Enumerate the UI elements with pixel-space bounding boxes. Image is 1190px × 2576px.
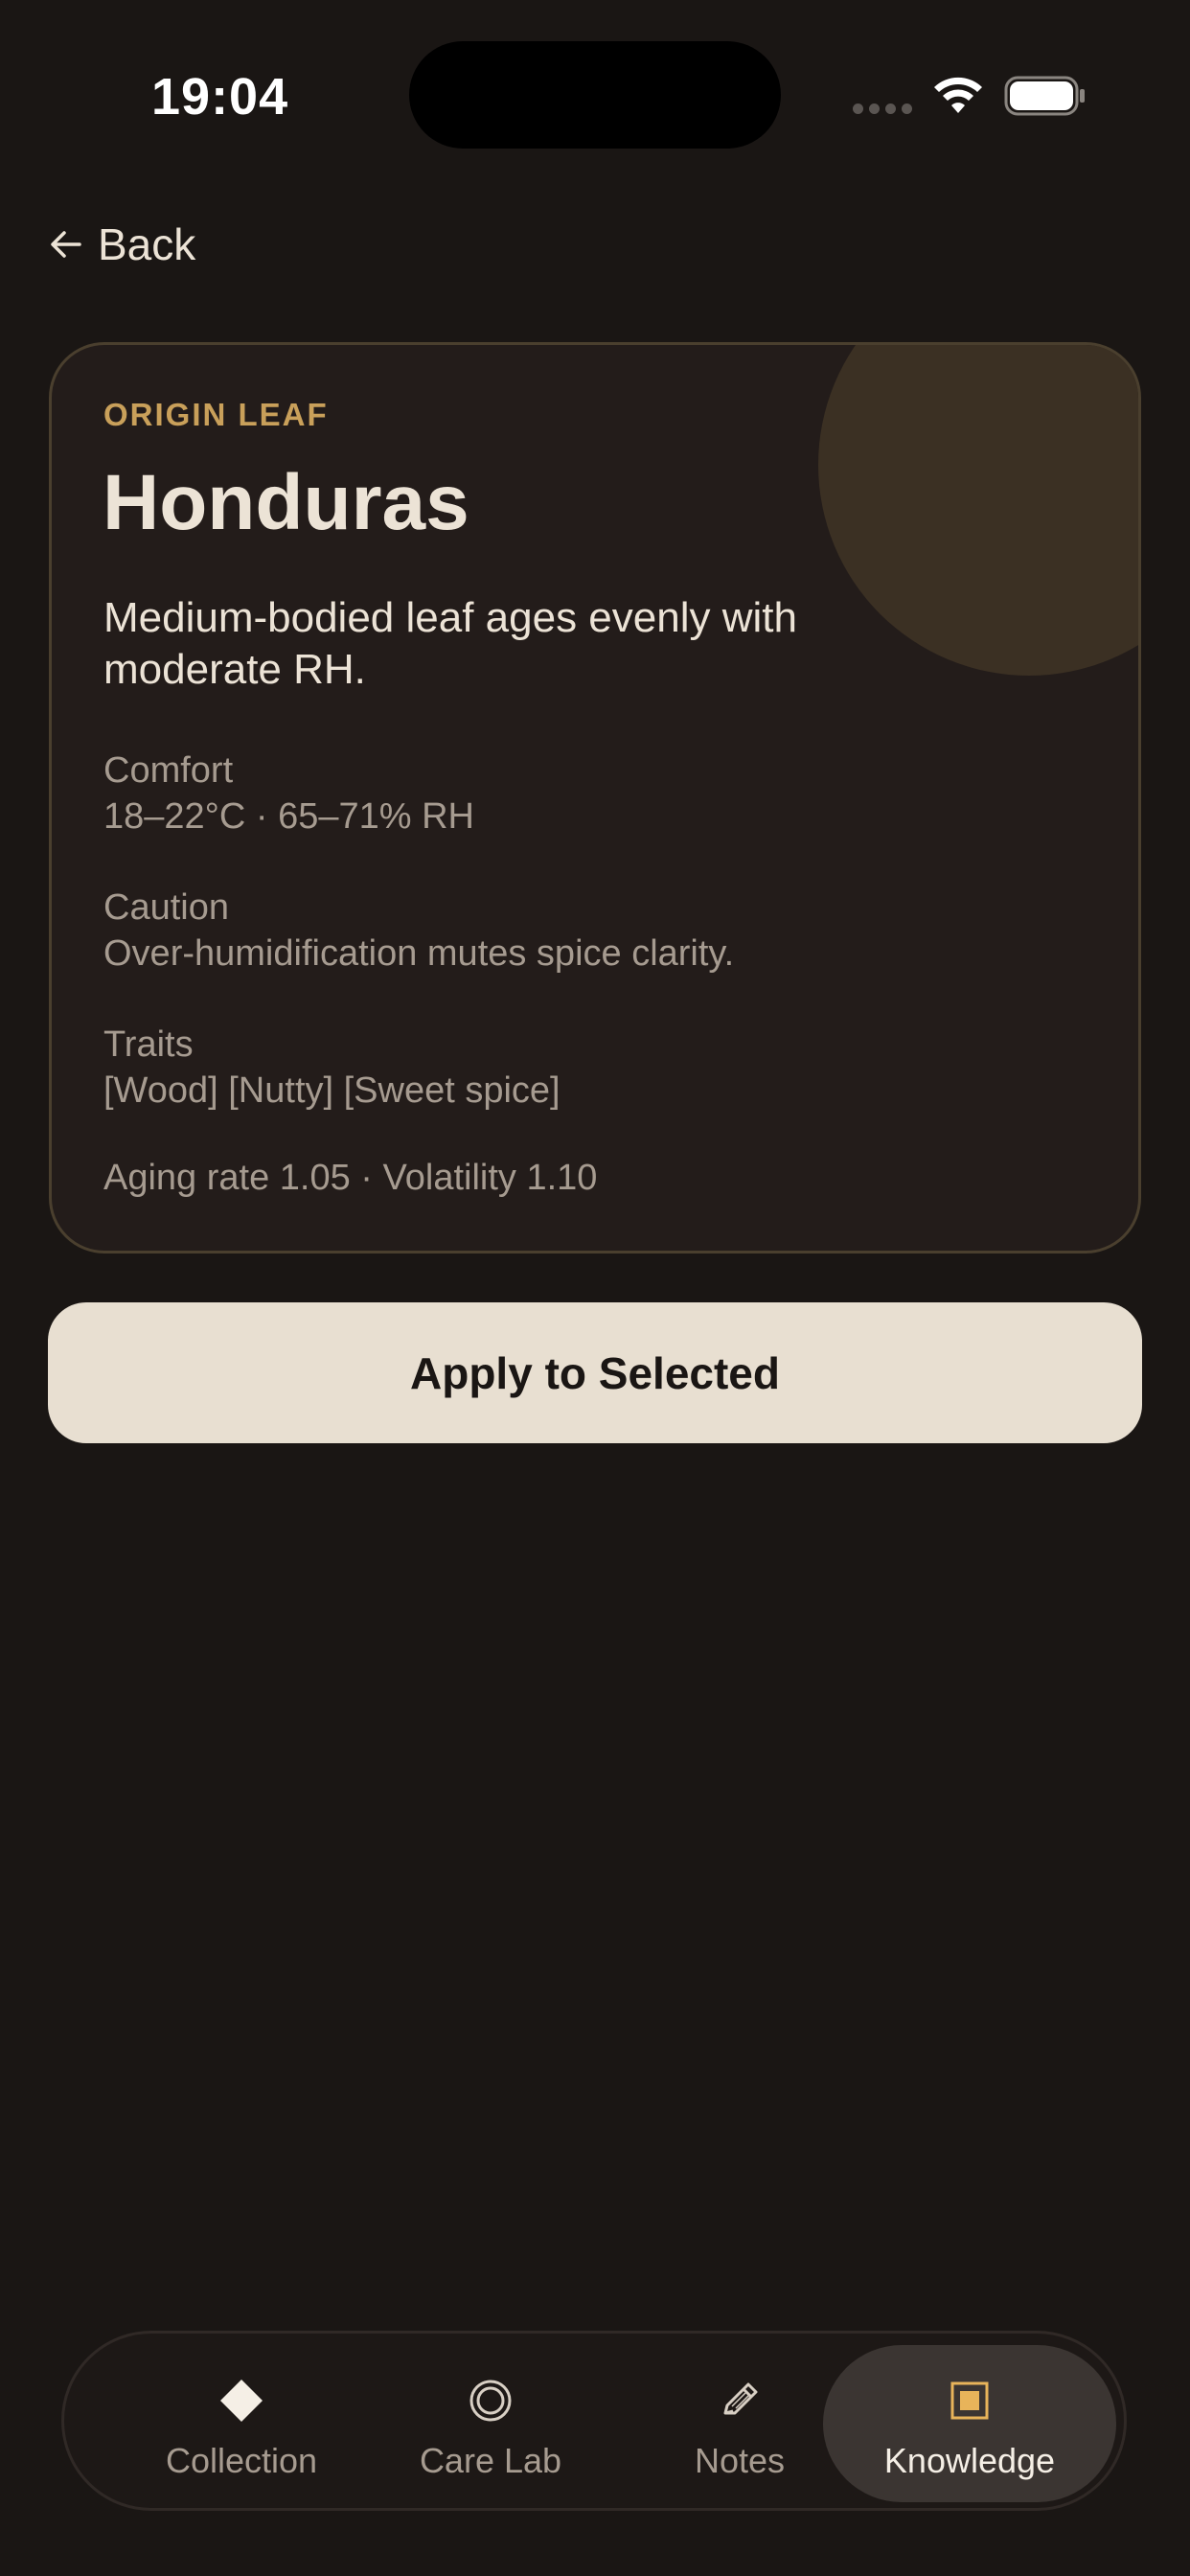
screen: 19:04 Back ORIGIN LEAF Honduras Medium-b… (0, 0, 1190, 2576)
tab-knowledge-label: Knowledge (883, 2441, 1056, 2480)
traits-label: Traits (103, 1024, 194, 1065)
dynamic-island (409, 41, 781, 149)
cellular-signal-icon (853, 104, 912, 114)
diamond-icon (215, 2374, 268, 2427)
caution-value: Over-humidification mutes spice clarity. (103, 933, 735, 974)
comfort-label: Comfort (103, 750, 234, 791)
apply-to-selected-button[interactable]: Apply to Selected (48, 1302, 1142, 1443)
card-description: Medium-bodied leaf ages evenly with mode… (103, 594, 797, 693)
card-metrics: Aging rate 1.05 · Volatility 1.10 (103, 1158, 598, 1198)
tab-care-lab-label: Care Lab (419, 2441, 562, 2480)
back-label: Back (98, 219, 196, 269)
traits-value: [Wood] [Nutty] [Sweet spice] (103, 1070, 561, 1111)
square-icon (943, 2374, 996, 2427)
card-eyebrow: ORIGIN LEAF (103, 397, 329, 432)
status-time: 19:04 (151, 68, 289, 126)
battery-icon (1004, 76, 1085, 116)
status-bar: 19:04 (0, 0, 1190, 192)
tab-knowledge[interactable]: Knowledge (823, 2345, 1116, 2502)
tab-collection[interactable]: Collection (131, 2345, 352, 2502)
tab-notes[interactable]: Notes (629, 2345, 850, 2502)
caution-section: Caution Over-humidification mutes spice … (103, 885, 734, 977)
traits-section: Traits [Wood] [Nutty] [Sweet spice] (103, 1022, 561, 1114)
tab-notes-label: Notes (694, 2441, 786, 2480)
back-button[interactable]: Back (48, 218, 195, 270)
tab-collection-label: Collection (165, 2441, 318, 2480)
wifi-icon (934, 77, 982, 113)
tab-bar: Collection Care Lab Notes Knowledge (61, 2331, 1127, 2511)
back-arrow-icon (51, 231, 81, 258)
pencil-icon (713, 2374, 767, 2427)
ring-icon (464, 2374, 517, 2427)
origin-info-card: ORIGIN LEAF Honduras Medium-bodied leaf … (49, 342, 1141, 1254)
card-title: Honduras (103, 459, 469, 546)
caution-label: Caution (103, 887, 229, 928)
tab-care-lab[interactable]: Care Lab (380, 2345, 601, 2502)
comfort-section: Comfort 18–22°C · 65–71% RH (103, 748, 474, 840)
comfort-value: 18–22°C · 65–71% RH (103, 796, 474, 837)
